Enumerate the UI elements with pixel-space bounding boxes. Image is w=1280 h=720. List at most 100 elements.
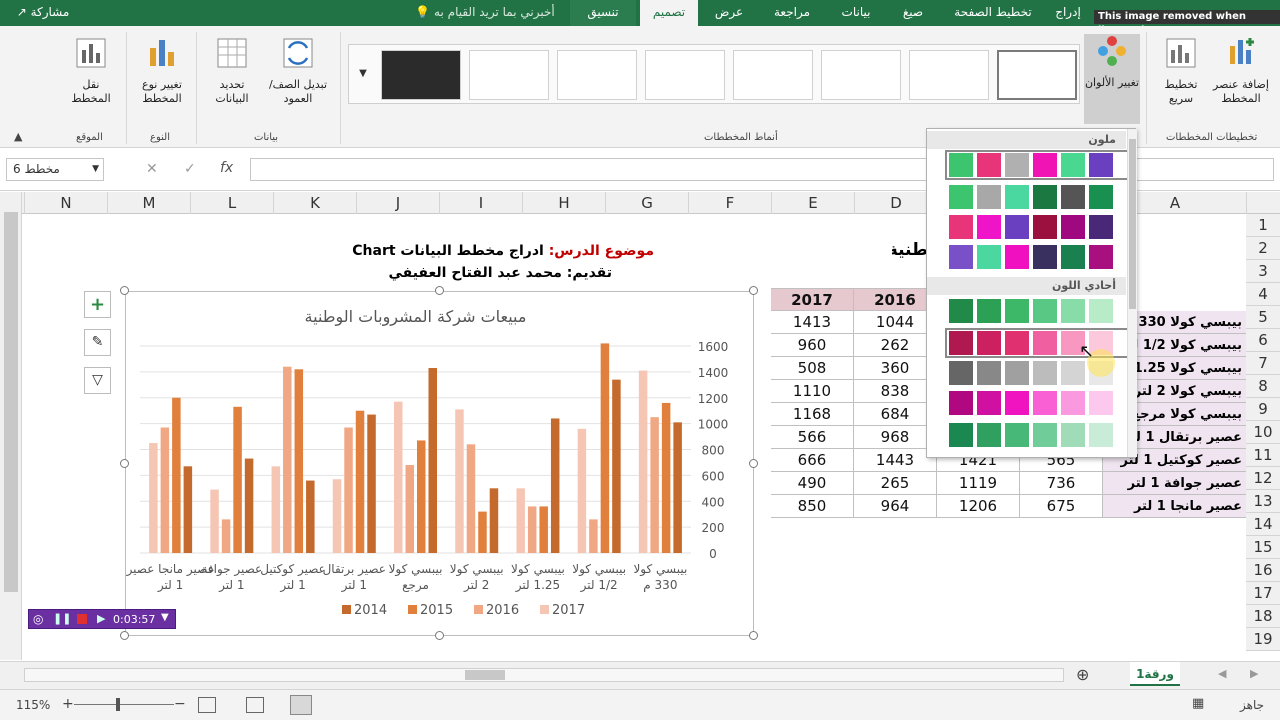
change-colors-button[interactable]: تغيير الألوان: [1084, 34, 1140, 124]
macro-record-icon[interactable]: ▦: [1192, 696, 1204, 711]
gallery-more-arrow-icon[interactable]: ▼: [352, 48, 374, 100]
cell-2015[interactable]: 1119: [937, 472, 1020, 495]
column-header[interactable]: F: [688, 192, 771, 214]
next-sheet-icon[interactable]: ▶: [1250, 667, 1258, 680]
color-swatch[interactable]: [949, 299, 973, 323]
tab-review[interactable]: مراجعة: [760, 0, 824, 26]
row-header[interactable]: 14: [1246, 513, 1280, 536]
resize-handle[interactable]: [120, 631, 129, 640]
color-swatch[interactable]: [1005, 185, 1029, 209]
cell-2014[interactable]: 736: [1020, 472, 1103, 495]
column-header[interactable]: J: [356, 192, 439, 214]
cell-2016[interactable]: 360: [854, 357, 937, 380]
tab-formulas[interactable]: صيغ: [886, 0, 940, 26]
color-swatch[interactable]: [1061, 423, 1085, 447]
add-chart-element-button[interactable]: إضافة عنصر المخطط: [1208, 36, 1274, 106]
color-swatch[interactable]: [1033, 299, 1057, 323]
column-header[interactable]: E: [771, 192, 854, 214]
hscroll-thumb[interactable]: [465, 670, 505, 680]
color-swatch[interactable]: [949, 391, 973, 415]
color-swatch[interactable]: [1005, 423, 1029, 447]
row-header[interactable]: 7: [1246, 352, 1280, 375]
horizontal-scrollbar[interactable]: [24, 668, 1064, 682]
cell-2016[interactable]: 262: [854, 334, 937, 357]
cell-2017[interactable]: 1168: [771, 403, 854, 426]
color-swatch[interactable]: [1089, 391, 1113, 415]
color-swatch[interactable]: [977, 331, 1001, 355]
chart-style-thumb-selected[interactable]: [997, 50, 1077, 100]
cell-2017[interactable]: 490: [771, 472, 854, 495]
switch-row-column-button[interactable]: تبديل الصف/ العمود: [262, 36, 334, 106]
sheet-tab-1[interactable]: ورقة1: [1130, 662, 1180, 686]
select-data-button[interactable]: تحديد البيانات: [204, 36, 260, 106]
chart-filter-icon[interactable]: ▽: [84, 367, 111, 394]
product-name-cell[interactable]: عصير جوافة 1 لتر: [1103, 472, 1246, 495]
collapse-ribbon-icon[interactable]: ▲: [14, 130, 22, 143]
play-icon[interactable]: ▶: [97, 612, 105, 625]
row-header[interactable]: 4: [1246, 283, 1280, 306]
share-button[interactable]: مشاركة ↗: [6, 0, 80, 26]
color-swatch[interactable]: [977, 245, 1001, 269]
row-header[interactable]: 3: [1246, 260, 1280, 283]
color-swatch[interactable]: [949, 331, 973, 355]
color-swatch[interactable]: [1033, 331, 1057, 355]
chart-area[interactable]: مبيعات شركة المشروبات الوطنية 0 200 400 600 8…: [125, 291, 754, 636]
cell-2016[interactable]: 1044: [854, 311, 937, 334]
color-swatch[interactable]: [1033, 361, 1057, 385]
color-swatch[interactable]: [1033, 215, 1057, 239]
pause-icon[interactable]: ❚❚: [53, 612, 71, 625]
vertical-scrollbar[interactable]: [0, 192, 22, 660]
row-header[interactable]: 11: [1246, 444, 1280, 467]
chart-style-thumb[interactable]: [557, 50, 637, 100]
column-header[interactable]: K: [273, 192, 356, 214]
chart-style-thumb[interactable]: [645, 50, 725, 100]
color-swatch[interactable]: [1089, 153, 1113, 177]
confirm-icon[interactable]: ✓: [184, 161, 196, 177]
color-swatch[interactable]: [1005, 245, 1029, 269]
cell-2017[interactable]: 960: [771, 334, 854, 357]
color-swatch[interactable]: [1005, 215, 1029, 239]
color-swatch[interactable]: [1061, 185, 1085, 209]
color-swatch[interactable]: [1089, 299, 1113, 323]
color-swatch[interactable]: [1033, 423, 1057, 447]
new-sheet-icon[interactable]: ⊕: [1076, 665, 1089, 684]
tab-design[interactable]: تصميم: [640, 0, 698, 26]
tab-view[interactable]: عرض: [702, 0, 756, 26]
row-header[interactable]: 2: [1246, 237, 1280, 260]
zoom-slider[interactable]: [74, 704, 174, 705]
row-header[interactable]: 15: [1246, 536, 1280, 559]
chevron-down-icon[interactable]: ▼: [161, 612, 169, 623]
column-header[interactable]: M: [107, 192, 190, 214]
tab-data[interactable]: بيانات: [828, 0, 884, 26]
palette-scroll-thumb[interactable]: [1129, 139, 1136, 309]
color-swatch[interactable]: [977, 153, 1001, 177]
cell-2016[interactable]: 968: [854, 426, 937, 449]
move-chart-button[interactable]: نقل المخطط: [64, 36, 118, 106]
row-header[interactable]: 5: [1246, 306, 1280, 329]
color-swatch[interactable]: [977, 215, 1001, 239]
header-2017[interactable]: 2017: [771, 288, 854, 311]
stop-icon[interactable]: [77, 614, 87, 624]
color-swatch[interactable]: [949, 185, 973, 209]
quick-layout-button[interactable]: تخطيط سريع: [1154, 36, 1208, 106]
cell-2017[interactable]: 1413: [771, 311, 854, 334]
zoom-out-icon[interactable]: −: [174, 696, 186, 712]
color-swatch[interactable]: [1005, 299, 1029, 323]
color-swatch[interactable]: [1033, 185, 1057, 209]
color-swatch[interactable]: [949, 423, 973, 447]
color-swatch[interactable]: [1061, 153, 1085, 177]
cell-2016[interactable]: 684: [854, 403, 937, 426]
color-swatch[interactable]: [1061, 299, 1085, 323]
color-swatch[interactable]: [1005, 153, 1029, 177]
zoom-level[interactable]: 115%: [16, 698, 50, 712]
insert-function-icon[interactable]: fx: [220, 160, 233, 176]
chart-style-thumb[interactable]: [381, 50, 461, 100]
color-swatch[interactable]: [1089, 423, 1113, 447]
row-header[interactable]: 19: [1246, 628, 1280, 651]
column-header[interactable]: I: [439, 192, 522, 214]
column-header[interactable]: L: [190, 192, 273, 214]
color-swatch[interactable]: [1061, 361, 1085, 385]
chart-styles-brush-icon[interactable]: ✎: [84, 329, 111, 356]
column-header[interactable]: N: [24, 192, 107, 214]
color-swatch[interactable]: [1089, 245, 1113, 269]
